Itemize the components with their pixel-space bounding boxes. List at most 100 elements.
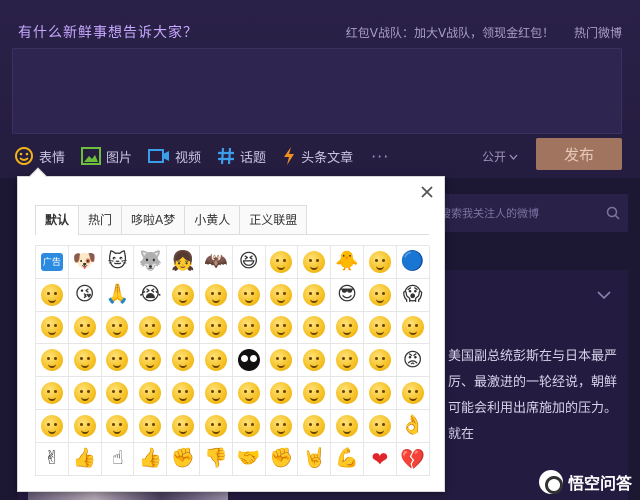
emoji-cell[interactable] [167,409,200,443]
emoji-cell[interactable]: 🐺 [134,246,168,279]
tab-default[interactable]: 默认 [35,205,80,235]
emoji-cell[interactable] [199,311,233,345]
emoji-cell[interactable] [36,409,69,443]
feed-search-input[interactable]: 搜索我关注人的微博 [440,202,620,224]
emoji-cell[interactable] [265,278,299,312]
emoji-cell[interactable]: ✊ [167,442,200,476]
emoji-tool-button[interactable]: 表情 [14,146,65,166]
emoji-cell[interactable] [101,409,135,443]
emoji-cell[interactable] [265,246,299,279]
emoji-cell[interactable]: 🦇 [199,246,233,279]
chevron-down-icon[interactable] [597,291,611,300]
topic-tool-button[interactable]: 话题 [217,147,266,166]
emoji-cell[interactable] [331,377,364,410]
emoji-cell[interactable]: 💪 [331,442,364,476]
emoji-cell[interactable] [298,246,332,279]
visibility-dropdown[interactable]: 公开 [482,148,518,165]
emoji-cell[interactable] [36,377,69,410]
video-tool-button[interactable]: 视频 [148,147,201,166]
emoji-cell[interactable]: 广告 [36,246,69,279]
emoji-cell[interactable] [36,344,69,378]
emoji-cell[interactable] [167,311,200,345]
close-button[interactable] [418,183,436,201]
emoji-cell[interactable] [396,311,430,345]
emoji-cell[interactable]: 😎 [331,278,364,312]
emoji-cell[interactable]: 🐶 [68,246,102,279]
emoji-cell[interactable] [331,311,364,345]
emoji-cell[interactable] [134,377,168,410]
emoji-cell[interactable] [167,344,200,378]
hot-weibo-link[interactable]: 热门微博 [574,26,622,40]
article-tool-button[interactable]: 头条文章 [282,146,353,166]
emoji-cell[interactable] [331,344,364,378]
emoji-cell[interactable] [101,377,135,410]
emoji-cell[interactable]: 👎 [199,442,233,476]
emoji-cell[interactable] [167,278,200,312]
emoji-cell[interactable] [298,344,332,378]
emoji-cell[interactable] [363,344,397,378]
emoji-cell[interactable]: ✊ [265,442,299,476]
emoji-cell[interactable] [199,344,233,378]
publish-button[interactable]: 发布 [536,138,622,170]
emoji-cell[interactable] [134,409,168,443]
emoji-cell[interactable] [265,409,299,443]
emoji-cell[interactable] [363,311,397,345]
emoji-cell[interactable]: 🐱 [101,246,135,279]
tab-justice-league[interactable]: 正义联盟 [239,205,308,234]
emoji-cell[interactable] [68,377,102,410]
image-tool-button[interactable]: 图片 [81,147,132,166]
tab-hot[interactable]: 热门 [78,205,123,234]
emoji-cell[interactable]: 🤝 [232,442,266,476]
emoji-cell[interactable] [363,278,397,312]
emoji-cell[interactable] [68,311,102,345]
emoji-cell[interactable]: 💔 [396,442,430,476]
emoji-cell[interactable] [265,377,299,410]
emoji-cell[interactable] [232,409,266,443]
promo-link[interactable]: 红包V战队：加大V战队，领现金红包！ [346,26,554,40]
emoji-cell[interactable] [363,377,397,410]
emoji-cell[interactable]: 😘 [68,278,102,312]
emoji-cell[interactable] [298,311,332,345]
emoji-cell[interactable]: 👧 [167,246,200,279]
emoji-cell[interactable] [363,246,397,279]
emoji-cell[interactable] [199,409,233,443]
emoji-cell[interactable] [363,409,397,443]
emoji-cell[interactable] [331,409,364,443]
emoji-cell[interactable]: 😭 [134,278,168,312]
emoji-cell[interactable] [36,311,69,345]
emoji-cell[interactable] [232,278,266,312]
emoji-cell[interactable] [232,377,266,410]
emoji-cell[interactable] [199,377,233,410]
emoji-cell[interactable]: ✌ [36,442,69,476]
emoji-cell[interactable] [68,409,102,443]
emoji-cell[interactable] [232,344,266,378]
emoji-cell[interactable]: 😱 [396,278,430,312]
emoji-cell[interactable] [134,344,168,378]
emoji-cell[interactable]: 👍 [134,442,168,476]
emoji-cell[interactable] [101,311,135,345]
emoji-cell[interactable] [232,311,266,345]
emoji-cell[interactable]: 😆 [232,246,266,279]
emoji-cell[interactable] [298,377,332,410]
emoji-cell[interactable] [36,278,69,312]
emoji-cell[interactable] [134,311,168,345]
emoji-cell[interactable]: 🙏 [101,278,135,312]
emoji-cell[interactable]: ☝ [101,442,135,476]
emoji-cell[interactable] [298,409,332,443]
emoji-cell[interactable]: 🤘 [298,442,332,476]
emoji-cell[interactable] [199,278,233,312]
emoji-cell[interactable] [265,344,299,378]
emoji-cell[interactable] [167,377,200,410]
emoji-cell[interactable] [298,278,332,312]
emoji-cell[interactable]: 😡 [396,344,430,378]
emoji-cell[interactable]: 👍 [68,442,102,476]
emoji-cell[interactable]: ❤ [363,442,397,476]
emoji-cell[interactable] [396,377,430,410]
more-tools-button[interactable]: ··· [371,147,389,166]
search-icon[interactable] [606,206,620,220]
post-textarea[interactable] [12,48,622,134]
emoji-cell[interactable]: 🐥 [331,246,364,279]
tab-minions[interactable]: 小黄人 [184,205,241,234]
emoji-cell[interactable]: 🔵 [396,246,430,279]
emoji-cell[interactable] [265,311,299,345]
